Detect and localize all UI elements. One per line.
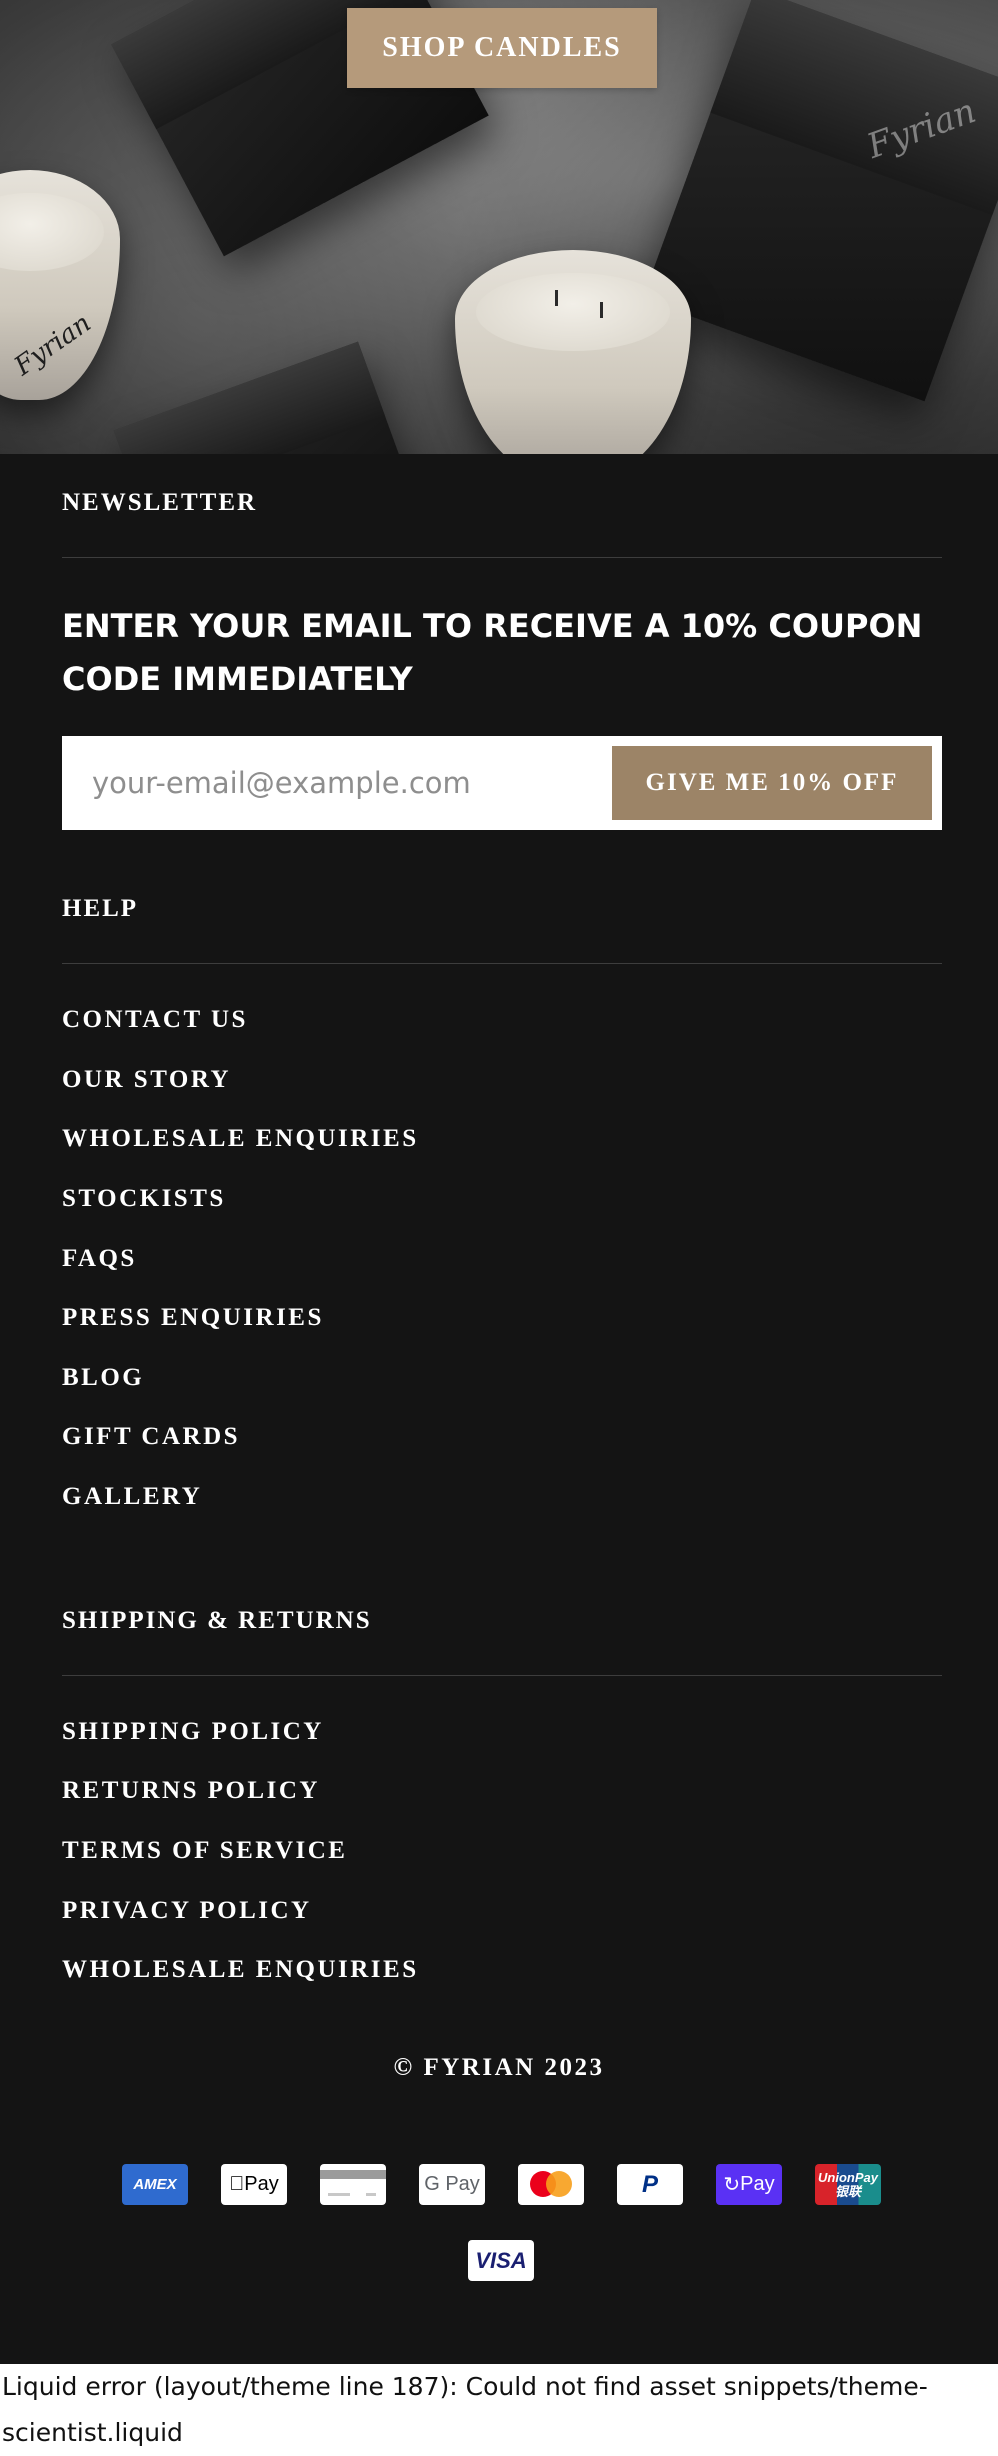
google-pay-icon: G Pay: [419, 2164, 485, 2205]
footer-link-press-enquiries[interactable]: PRESS ENQUIRIES: [62, 1304, 324, 1332]
footer-link-blog[interactable]: BLOG: [62, 1364, 144, 1392]
footer-link-privacy-policy[interactable]: PRIVACY POLICY: [62, 1897, 312, 1925]
amex-icon: AMEX: [122, 2164, 188, 2205]
shop-candles-button[interactable]: SHOP CANDLES: [347, 8, 657, 88]
hero-banner: Fyrian Fyrian SHOP CANDLES: [0, 0, 998, 454]
newsletter-promo-text: ENTER YOUR EMAIL TO RECEIVE A 10% COUPON…: [62, 607, 923, 698]
footer-link-wholesale-enquiries[interactable]: WHOLESALE ENQUIRIES: [62, 1956, 419, 1984]
site-footer: NEWSLETTER ENTER YOUR EMAIL TO RECEIVE A…: [0, 454, 998, 2364]
divider: [62, 963, 942, 964]
newsletter-form: GIVE ME 10% OFF: [62, 736, 942, 830]
mastercard-icon: [518, 2164, 584, 2205]
footer-link-stockists[interactable]: STOCKISTS: [62, 1185, 226, 1213]
footer-link-shipping-policy[interactable]: SHIPPING POLICY: [62, 1718, 324, 1746]
apple-pay-icon: Pay: [221, 2164, 287, 2205]
footer-link-wholesale-enquiries[interactable]: WHOLESALE ENQUIRIES: [62, 1125, 419, 1153]
help-heading: HELP: [62, 895, 139, 922]
footer-link-gallery[interactable]: GALLERY: [62, 1483, 202, 1511]
shop-pay-icon: ↻ Pay: [716, 2164, 782, 2205]
visa-icon: VISA: [468, 2240, 534, 2281]
shipping-returns-heading: SHIPPING & RETURNS: [62, 1607, 372, 1634]
unionpay-icon: UnionPay 银联: [815, 2164, 881, 2205]
liquid-error-message: Liquid error (layout/theme line 187): Co…: [0, 2364, 998, 2456]
newsletter-heading: NEWSLETTER: [62, 489, 258, 516]
footer-link-faqs[interactable]: FAQS: [62, 1245, 137, 1273]
footer-link-returns-policy[interactable]: RETURNS POLICY: [62, 1777, 320, 1805]
footer-link-terms-of-service[interactable]: TERMS OF SERVICE: [62, 1837, 347, 1865]
candle-image: [455, 250, 691, 454]
brand-logo: Fyrian: [9, 308, 97, 382]
divider: [62, 557, 942, 558]
generic-card-icon: [320, 2164, 386, 2205]
footer-link-our-story[interactable]: OUR STORY: [62, 1066, 231, 1094]
email-input[interactable]: [62, 736, 592, 830]
divider: [62, 1675, 942, 1676]
paypal-icon: P: [617, 2164, 683, 2205]
footer-link-contact-us[interactable]: CONTACT US: [62, 1006, 248, 1034]
give-discount-button[interactable]: GIVE ME 10% OFF: [612, 746, 932, 820]
footer-link-gift-cards[interactable]: GIFT CARDS: [62, 1423, 240, 1451]
copyright-text: © FYRIAN 2023: [393, 2054, 605, 2081]
